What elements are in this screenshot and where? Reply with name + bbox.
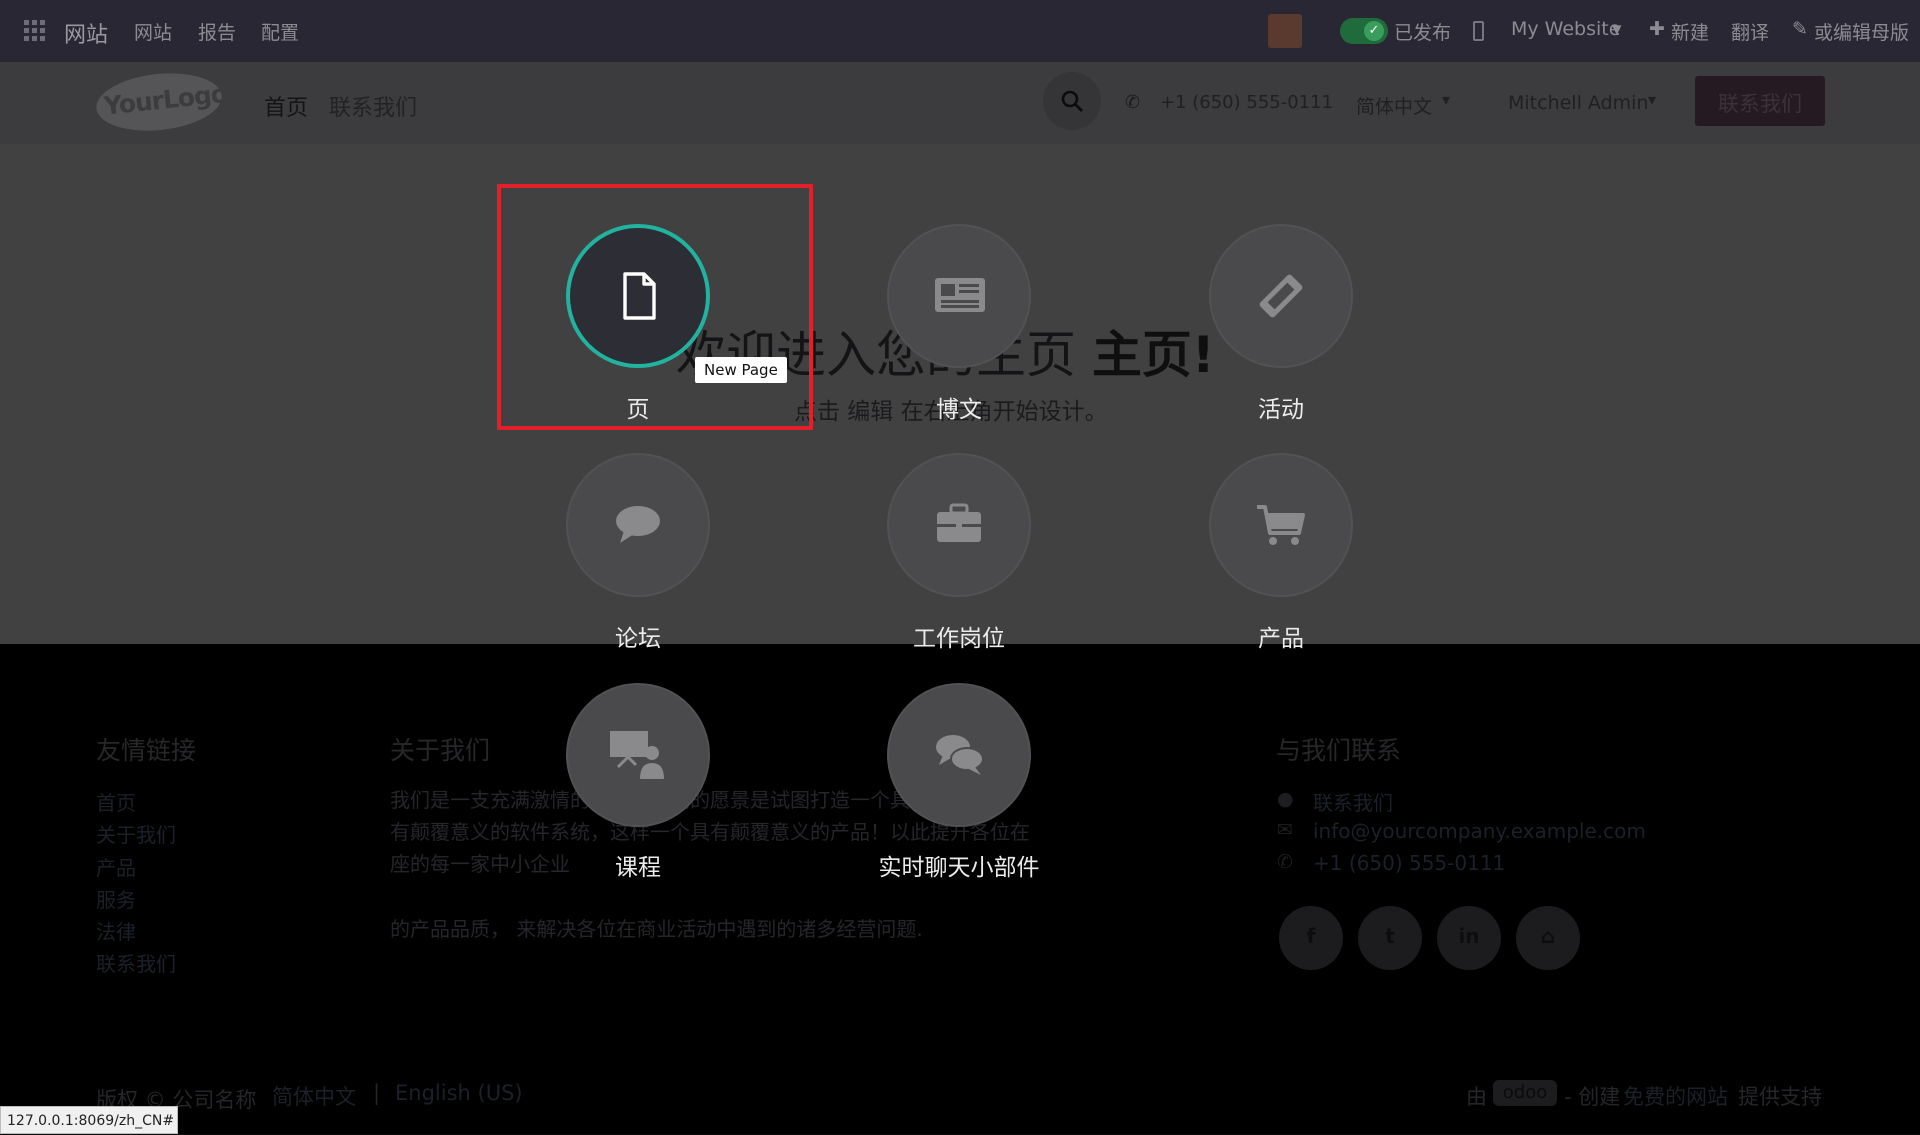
pencil-icon: ✎ bbox=[1792, 18, 1808, 40]
tooltip: New Page bbox=[695, 357, 787, 383]
header-phone[interactable]: +1 (650) 555-0111 bbox=[1160, 92, 1333, 113]
nav-contact[interactable]: 联系我们 bbox=[329, 90, 417, 122]
newspaper-icon bbox=[935, 278, 985, 312]
publish-toggle[interactable]: ✓ bbox=[1340, 18, 1388, 44]
app-courses-button[interactable] bbox=[566, 683, 710, 827]
powered-mid: - 创建 bbox=[1564, 1085, 1621, 1109]
app-products-button[interactable] bbox=[1209, 453, 1353, 597]
avatar[interactable] bbox=[1268, 14, 1302, 48]
apps-menu-icon[interactable] bbox=[24, 20, 46, 42]
odoo-logo[interactable]: odoo bbox=[1493, 1080, 1557, 1106]
lang-link-en[interactable]: English (US) bbox=[395, 1081, 523, 1105]
lang-link-zh[interactable]: 简体中文 bbox=[272, 1081, 356, 1111]
chevron-down-icon: ▾ bbox=[1612, 18, 1622, 40]
app-label[interactable]: 工作岗位 bbox=[839, 619, 1079, 653]
menu-website[interactable]: 网站 bbox=[134, 18, 172, 45]
footer-link-home[interactable]: 首页 bbox=[96, 787, 136, 816]
free-website-link[interactable]: 免费的网站 bbox=[1623, 1081, 1728, 1111]
phone-icon: ✆ bbox=[1277, 851, 1293, 873]
linkedin-button[interactable]: in bbox=[1437, 906, 1501, 970]
translate-button[interactable]: 翻译 bbox=[1731, 18, 1769, 45]
ticket-icon bbox=[1259, 274, 1303, 318]
footer-link-contact[interactable]: 联系我们 bbox=[96, 948, 176, 977]
footer-link-services[interactable]: 服务 bbox=[96, 884, 136, 913]
published-label[interactable]: 已发布 bbox=[1394, 18, 1451, 45]
chat-icon bbox=[936, 735, 984, 775]
check-icon: ✓ bbox=[1364, 21, 1384, 41]
footer-link-about[interactable]: 关于我们 bbox=[96, 819, 176, 848]
phone-icon: ✆ bbox=[1125, 92, 1141, 113]
footer-phone[interactable]: +1 (650) 555-0111 bbox=[1313, 851, 1505, 875]
language-selector[interactable]: 简体中文 bbox=[1356, 92, 1432, 119]
search-button[interactable] bbox=[1043, 72, 1101, 130]
search-icon bbox=[1061, 90, 1083, 112]
app-label[interactable]: 产品 bbox=[1161, 619, 1401, 653]
user-menu[interactable]: Mitchell Admin bbox=[1508, 92, 1648, 114]
new-button[interactable]: 新建 bbox=[1671, 18, 1709, 45]
chevron-down-icon: ▾ bbox=[1442, 90, 1451, 109]
footer-links-title: 友情链接 bbox=[96, 736, 197, 765]
contact-us-button[interactable]: 联系我们 bbox=[1695, 76, 1825, 126]
app-events-button[interactable] bbox=[1209, 224, 1353, 368]
twitter-button[interactable]: t bbox=[1358, 906, 1422, 970]
app-name[interactable]: 网站 bbox=[64, 17, 108, 49]
app-livechat-button[interactable] bbox=[887, 683, 1031, 827]
app-label[interactable]: 课程 bbox=[518, 848, 758, 882]
footer-email[interactable]: info@yourcompany.example.com bbox=[1313, 819, 1646, 843]
powered-suffix: 提供支持 bbox=[1738, 1085, 1822, 1109]
app-forum-button[interactable] bbox=[566, 453, 710, 597]
odoo-navbar: 网站 网站 报告 配置 ✓ 已发布 My Website ▾ ✚ 新建 翻译 ✎… bbox=[0, 0, 1920, 62]
briefcase-icon bbox=[937, 503, 981, 542]
footer-contact-title: 与我们联系 bbox=[1276, 736, 1402, 765]
app-label[interactable]: 实时聊天小部件 bbox=[839, 848, 1079, 882]
nav-home[interactable]: 首页 bbox=[264, 90, 308, 122]
footer-about-title: 关于我们 bbox=[390, 736, 491, 765]
envelope-icon: ✉ bbox=[1277, 819, 1293, 841]
facebook-button[interactable]: f bbox=[1279, 906, 1343, 970]
menu-config[interactable]: 配置 bbox=[261, 18, 299, 45]
status-url: 127.0.0.1:8069/zh_CN# bbox=[0, 1106, 178, 1134]
edit-master-button[interactable]: 或编辑母版 bbox=[1814, 18, 1909, 45]
mobile-preview-icon[interactable] bbox=[1473, 21, 1484, 41]
home-button[interactable]: ⌂ bbox=[1516, 906, 1580, 970]
presentation-icon bbox=[610, 731, 664, 779]
footer-contact-link[interactable]: 联系我们 bbox=[1313, 787, 1393, 816]
app-label[interactable]: 活动 bbox=[1161, 390, 1401, 424]
app-blog-button[interactable] bbox=[887, 224, 1031, 368]
footer-link-legal[interactable]: 法律 bbox=[96, 916, 136, 945]
comment-icon bbox=[616, 506, 660, 543]
chevron-down-icon: ▾ bbox=[1648, 90, 1657, 109]
website-selector[interactable]: My Website bbox=[1511, 18, 1620, 40]
footer-about-line: 的产品品质， 来解决各位在商业活动中遇到的诸多经营问题. bbox=[390, 917, 923, 941]
home-icon: ⌂ bbox=[1540, 924, 1556, 948]
cart-icon bbox=[1257, 505, 1305, 545]
app-jobs-button[interactable] bbox=[887, 453, 1031, 597]
app-label[interactable]: 论坛 bbox=[518, 619, 758, 653]
comment-icon: ● bbox=[1277, 788, 1294, 810]
selection-highlight bbox=[497, 184, 813, 430]
powered-prefix: 由 bbox=[1466, 1085, 1487, 1109]
footer-link-products[interactable]: 产品 bbox=[96, 852, 136, 881]
lang-separator: | bbox=[373, 1081, 381, 1105]
app-label[interactable]: 博文 bbox=[839, 390, 1079, 424]
plus-icon: ✚ bbox=[1649, 18, 1665, 40]
menu-reports[interactable]: 报告 bbox=[198, 18, 236, 45]
